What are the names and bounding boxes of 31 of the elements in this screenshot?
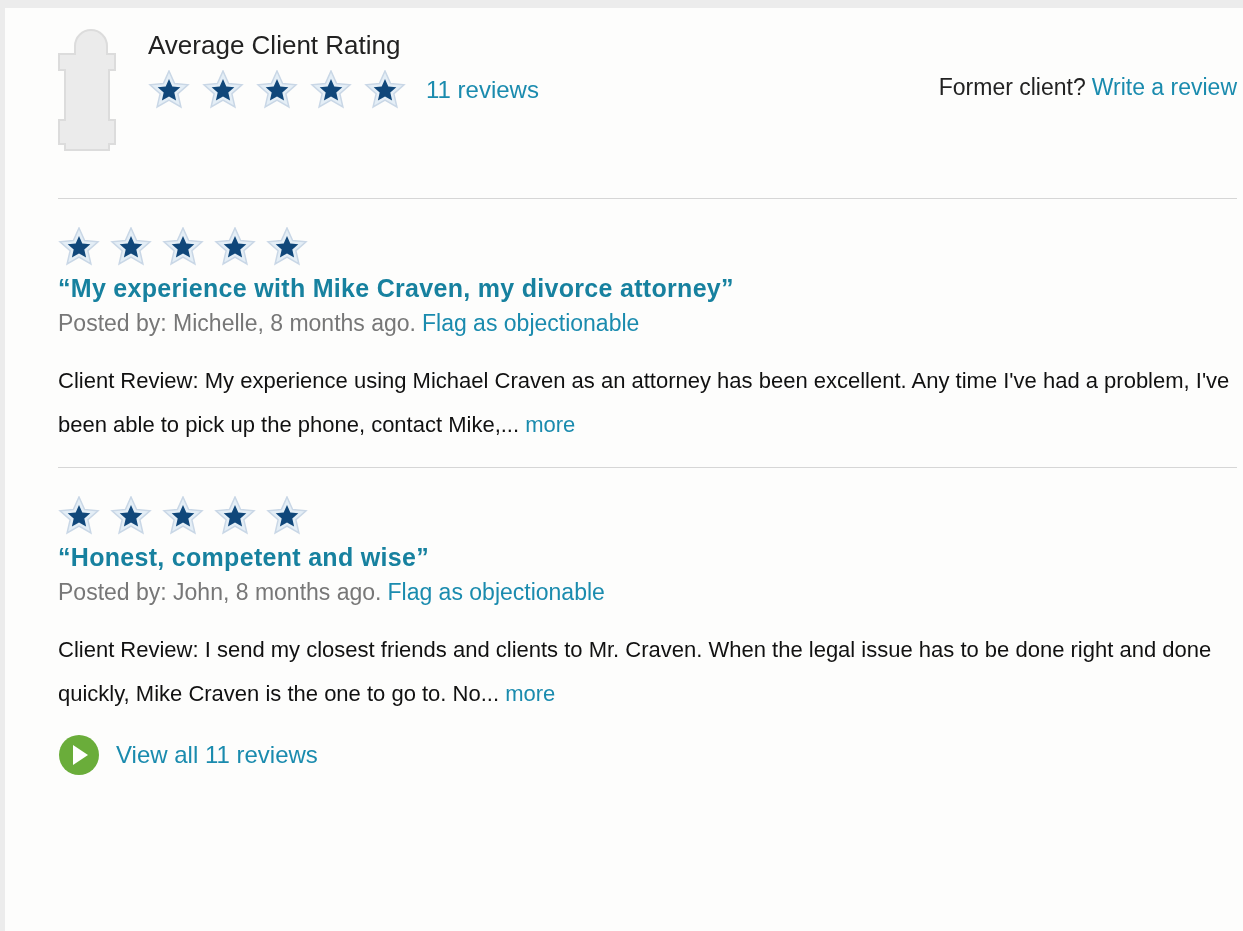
rating-title: Average Client Rating <box>148 29 401 62</box>
star-icon <box>266 227 308 267</box>
star-icon <box>202 70 244 110</box>
star-icon <box>310 70 352 110</box>
reviews-link[interactable]: 11 reviews <box>426 72 539 108</box>
former-client-label: Former client? <box>938 72 1086 102</box>
write-review-link[interactable]: Write a review <box>1091 69 1237 105</box>
star-icon <box>58 496 100 536</box>
more-link[interactable]: more <box>505 681 556 706</box>
star-icon <box>214 496 256 536</box>
star-icon <box>162 227 204 267</box>
star-icon <box>110 496 152 536</box>
star-icon <box>364 70 406 110</box>
play-icon <box>58 734 100 776</box>
review-title[interactable]: “My experience with Mike Craven, my divorce attorney” <box>58 271 1237 305</box>
star-icon <box>266 496 308 536</box>
review-text: Client Review: My experience using Michael Craven as an attorney has been excellent. Any time I've had a problem, I've been able to pick up the phone, contact Mike,... more <box>58 367 1231 439</box>
flag-link[interactable]: Flag as objectionable <box>422 307 640 339</box>
star-icon <box>162 496 204 536</box>
posted-by-text: Posted by: John, 8 months ago. <box>58 578 382 607</box>
star-icon <box>110 227 152 267</box>
posted-by-text: Posted by: Michelle, 8 months ago. <box>58 309 416 338</box>
star-icon <box>58 227 100 267</box>
view-all-link[interactable]: View all 11 reviews <box>116 737 318 773</box>
star-icon <box>148 70 190 110</box>
review-title[interactable]: “Honest, competent and wise” <box>58 540 1237 574</box>
more-link[interactable]: more <box>525 412 576 437</box>
star-icon <box>256 70 298 110</box>
review-text: Client Review: I send my closest friends and clients to Mr. Craven. When the legal issue has to be done right and done quickly, Mike Craven is the one to go to. No... more <box>58 636 1213 708</box>
star-icon <box>214 227 256 267</box>
flag-link[interactable]: Flag as objectionable <box>387 576 605 608</box>
